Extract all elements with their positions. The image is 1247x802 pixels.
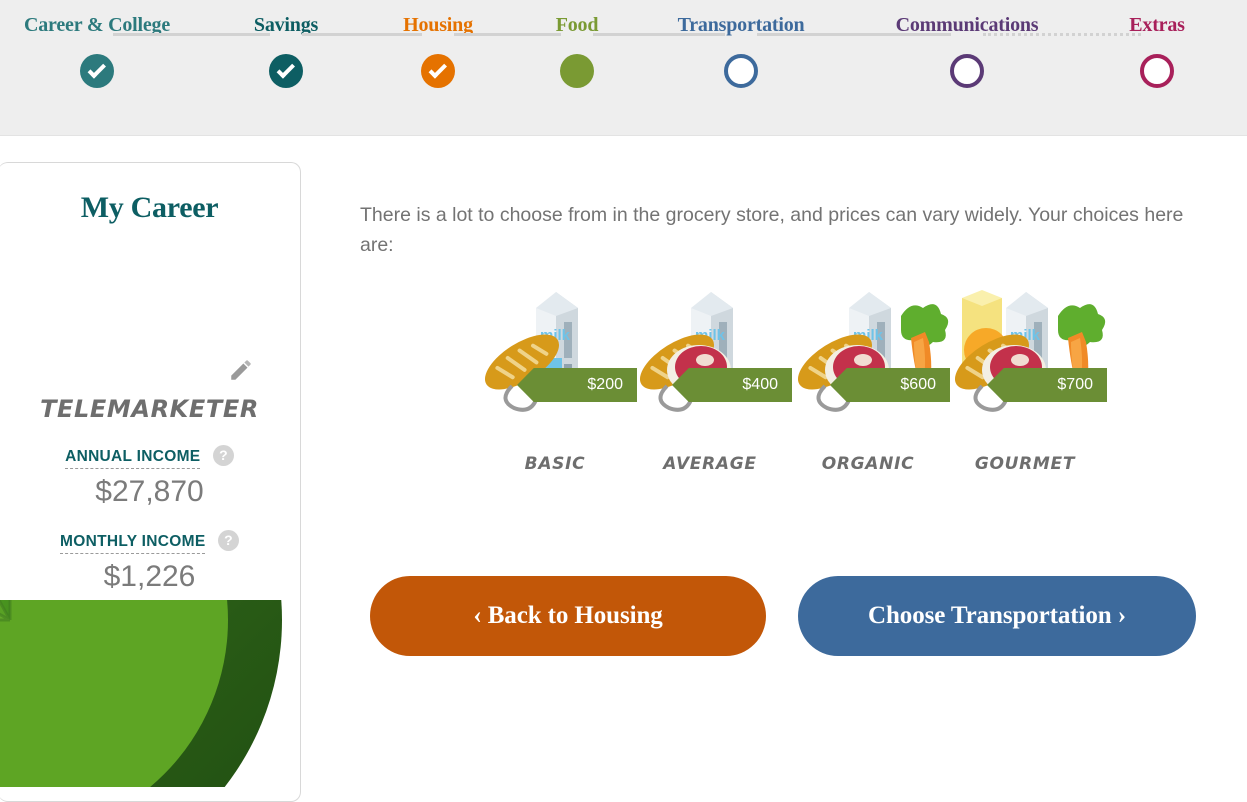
stepper-connector	[983, 33, 1141, 36]
stepper-connector	[757, 33, 951, 36]
annual-income-field: ANNUAL INCOME ? $27,870	[0, 445, 300, 509]
education-level-sub: High School	[98, 671, 201, 692]
price-label: $200	[587, 376, 623, 393]
stepper-connector	[454, 33, 561, 36]
empty-dot-icon[interactable]	[1140, 54, 1174, 88]
check-icon	[428, 59, 447, 79]
stepper-connector	[113, 33, 270, 36]
food-option-art: milk $700	[940, 280, 1110, 420]
stepper-connector	[593, 33, 725, 36]
price-tag: $700	[987, 368, 1107, 402]
help-icon[interactable]: ?	[217, 530, 239, 551]
progress-stepper: Career & College Savings Housing Food Transp…	[0, 0, 1247, 136]
stepper-connector	[302, 33, 422, 36]
stepper-item-extras[interactable]: Extras	[1057, 14, 1247, 101]
help-icon[interactable]: ?	[212, 445, 234, 466]
back-to-housing-button[interactable]: ‹ Back to Housing	[370, 576, 766, 656]
check-icon	[87, 59, 106, 79]
food-option-label: GOURMET	[974, 454, 1076, 474]
food-option-label: ORGANIC	[821, 454, 915, 474]
food-option-art: milk $400	[625, 280, 795, 420]
price-tag: $400	[672, 368, 792, 402]
price-tag: $600	[830, 368, 950, 402]
price-label: $400	[742, 376, 778, 393]
stepper-dot-wrap	[0, 51, 197, 101]
check-icon	[276, 59, 295, 79]
annual-income-value: $27,870	[95, 474, 204, 508]
career-name: TELEMARKETER	[40, 395, 259, 423]
food-option-art: milk $600	[783, 280, 953, 420]
food-option-gourmet[interactable]: milk $700 GOURMET	[940, 280, 1110, 474]
education-level-label: EDUCATION LEVEL	[74, 618, 225, 635]
monthly-income-label: MONTHLY INCOME	[60, 533, 206, 554]
monthly-income-field: MONTHLY INCOME ? $1,226	[0, 530, 300, 594]
food-option-label: BASIC	[524, 454, 586, 474]
food-option-label: AVERAGE	[663, 454, 757, 474]
education-level-field: EDUCATION LEVEL High School Diploma ? Hi…	[0, 618, 300, 693]
intro-text: There is a lot to choose from in the gro…	[360, 204, 1184, 256]
stepper-item-transportation[interactable]: Transportation	[641, 14, 841, 101]
food-option-organic[interactable]: milk $600 ORGANIC	[783, 280, 953, 474]
monthly-income-value: $1,226	[103, 559, 196, 593]
food-option-basic[interactable]: milk $200 BASIC	[470, 280, 640, 474]
stepper-item-career-college[interactable]: Career & College	[0, 14, 197, 101]
check-icon[interactable]	[80, 54, 114, 88]
price-label: $700	[1057, 376, 1093, 393]
page-title: My Career	[80, 191, 219, 224]
check-icon[interactable]	[269, 54, 303, 88]
stepper-dot-wrap	[867, 51, 1067, 101]
food-option-average[interactable]: milk $400 AVERAGE	[625, 280, 795, 474]
stepper-dot-wrap	[1057, 51, 1247, 101]
stepper-item-communications[interactable]: Communications	[867, 14, 1067, 101]
filled-dot-icon[interactable]	[560, 54, 594, 88]
help-icon[interactable]: ?	[233, 643, 255, 665]
career-summary-card: My Career TELEMARKETER ANNUAL INCOME ? $…	[0, 162, 301, 802]
price-label: $600	[900, 376, 936, 393]
empty-dot-icon[interactable]	[724, 54, 758, 88]
choose-transportation-button[interactable]: Choose Transportation ›	[798, 576, 1196, 656]
food-option-art: milk $200	[470, 280, 640, 420]
price-tag: $200	[517, 368, 637, 402]
empty-dot-icon[interactable]	[950, 54, 984, 88]
pencil-icon[interactable]	[228, 357, 254, 383]
stepper-dot-wrap	[641, 51, 841, 101]
check-icon[interactable]	[421, 54, 455, 88]
education-level-value: High School Diploma	[44, 643, 222, 667]
annual-income-label: ANNUAL INCOME	[65, 448, 201, 469]
